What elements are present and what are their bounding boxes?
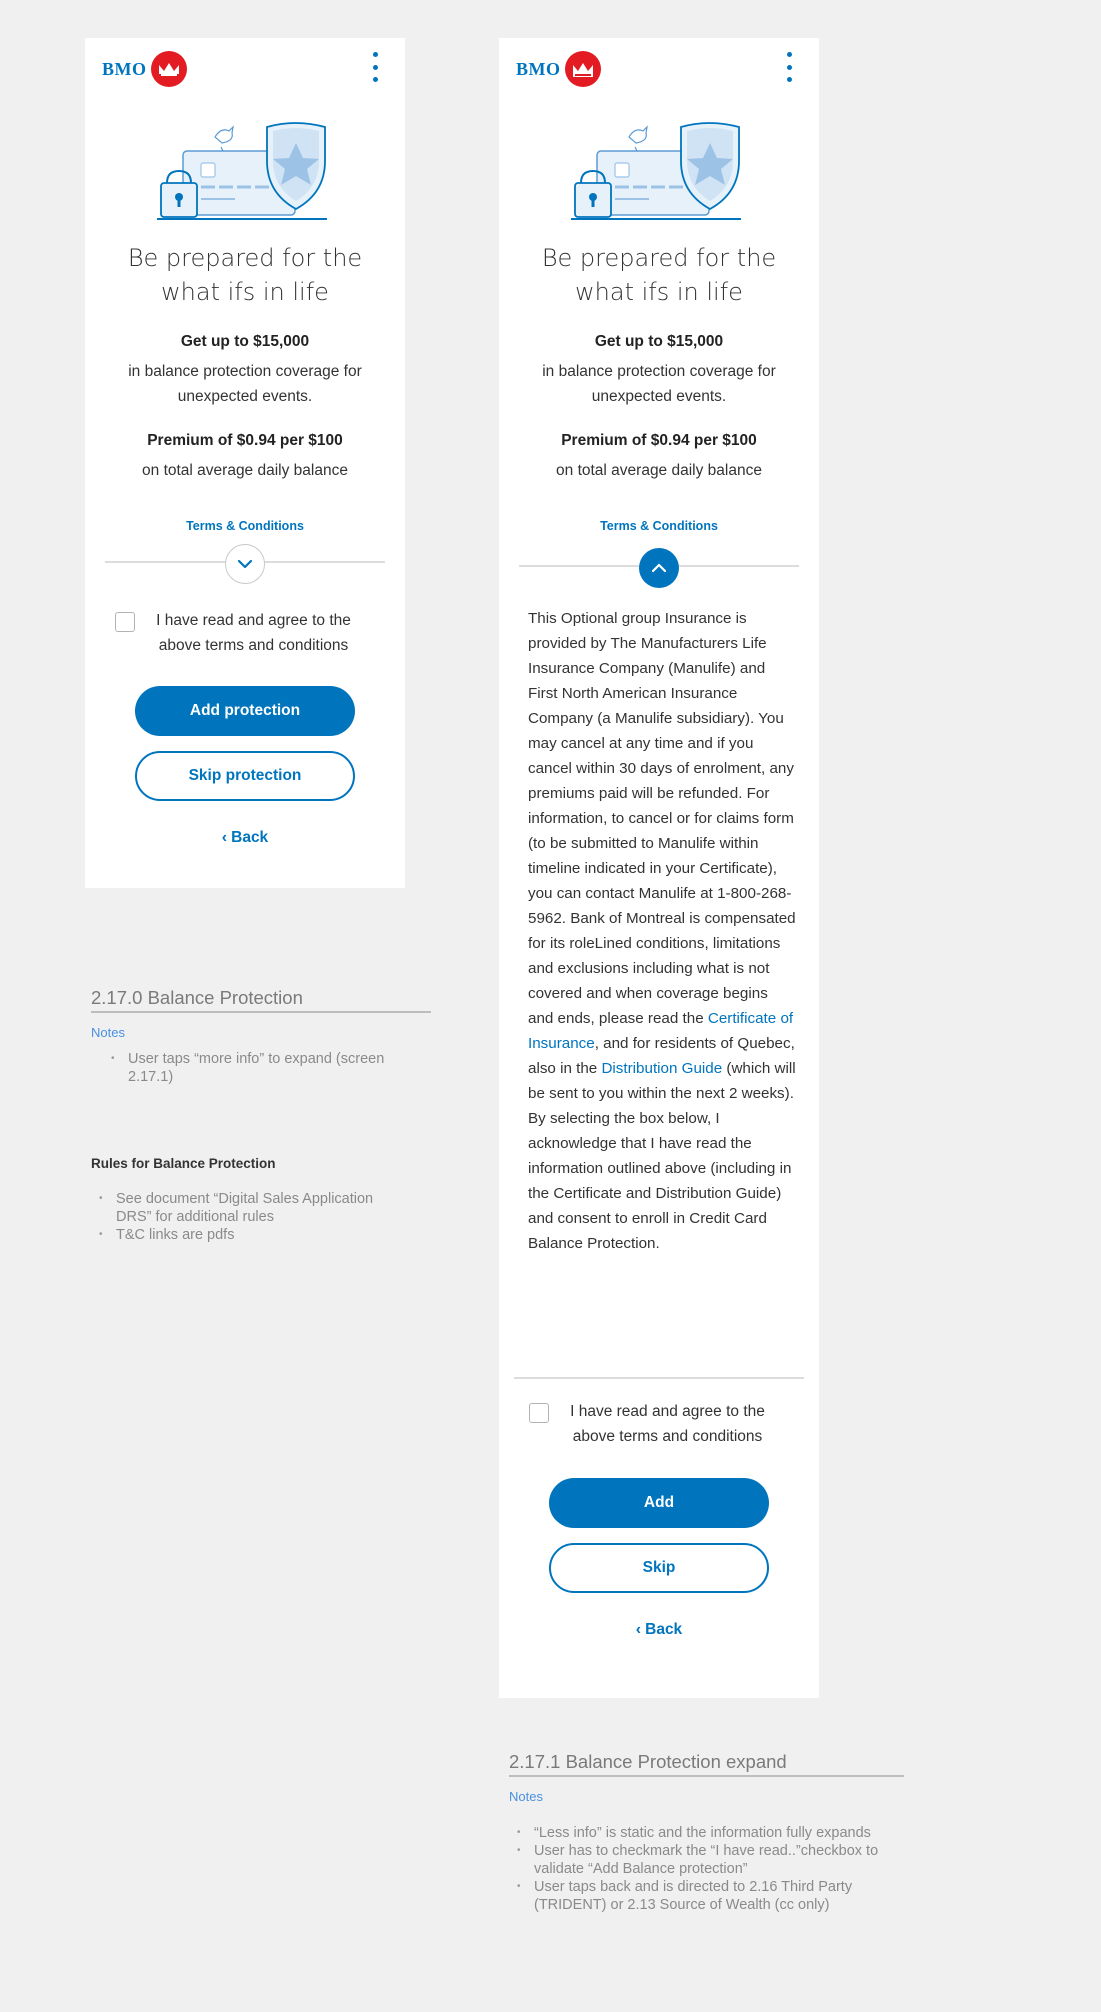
bmo-logo: BMO bbox=[102, 51, 187, 87]
divider bbox=[514, 1377, 804, 1379]
rule-item: T&C links are pdfs bbox=[91, 1226, 401, 1244]
note-item: User taps back and is directed to 2.16 T… bbox=[509, 1878, 904, 1914]
back-link[interactable]: ‹ Back bbox=[85, 829, 405, 847]
agree-label: I have read and agree to the above terms… bbox=[570, 1403, 765, 1445]
distribution-guide-link[interactable]: Distribution Guide bbox=[601, 1060, 722, 1077]
skip-protection-button[interactable]: Skip protection bbox=[135, 751, 355, 801]
expand-terms-button[interactable] bbox=[225, 544, 265, 584]
chevron-left-icon: ‹ bbox=[635, 1621, 642, 1638]
notes-label: Notes bbox=[91, 1025, 125, 1040]
rules-list: See document “Digital Sales Application … bbox=[91, 1190, 401, 1244]
back-link[interactable]: ‹ Back bbox=[499, 1621, 819, 1639]
back-label: Back bbox=[645, 1621, 683, 1638]
annotation-screen-collapsed: 2.17.0 Balance Protection Notes User tap… bbox=[91, 987, 431, 1086]
coverage-description: in balance protection coverage for unexp… bbox=[128, 363, 362, 405]
annotation-title: 2.17.0 Balance Protection bbox=[91, 987, 431, 1013]
page-title: Be prepared for the what ifs in life bbox=[127, 244, 363, 306]
coverage-amount: Get up to $15,000 bbox=[594, 333, 724, 350]
note-item: User taps “more info” to expand (screen … bbox=[103, 1050, 431, 1086]
back-label: Back bbox=[231, 829, 269, 846]
annotation-screen-expanded: 2.17.1 Balance Protection expand Notes “… bbox=[509, 1751, 904, 1914]
legal-text-part1: This Optional group Insurance is provide… bbox=[528, 610, 796, 1027]
chevron-down-icon bbox=[237, 559, 253, 569]
notes-label: Notes bbox=[509, 1789, 543, 1804]
collapse-terms-button[interactable] bbox=[639, 548, 679, 588]
add-button[interactable]: Add bbox=[549, 1478, 769, 1528]
page-title: Be prepared for the what ifs in life bbox=[541, 244, 777, 306]
premium-description: on total average daily balance bbox=[142, 462, 348, 479]
terms-legal-text: This Optional group Insurance is provide… bbox=[528, 606, 796, 1256]
phone-screen-collapsed: BMO Be prepared for the what ifs in life… bbox=[85, 38, 405, 888]
premium-rate: Premium of $0.94 per $100 bbox=[147, 432, 343, 449]
bmo-logo: BMO bbox=[516, 51, 601, 87]
phone-screen-expanded: BMO Be prepared for the what ifs in life… bbox=[499, 38, 819, 1698]
terms-conditions-link[interactable]: Terms & Conditions bbox=[85, 519, 405, 533]
notes-list: User taps “more info” to expand (screen … bbox=[91, 1050, 431, 1086]
premium-rate: Premium of $0.94 per $100 bbox=[561, 432, 757, 449]
top-bar: BMO bbox=[85, 38, 405, 96]
coverage-amount: Get up to $15,000 bbox=[180, 333, 310, 350]
more-options-icon[interactable] bbox=[369, 52, 381, 82]
more-options-icon[interactable] bbox=[783, 52, 795, 82]
agree-checkbox[interactable] bbox=[115, 612, 135, 632]
chevron-up-icon bbox=[651, 563, 667, 573]
chevron-left-icon: ‹ bbox=[221, 829, 228, 846]
shield-lock-card-illustration bbox=[157, 122, 327, 220]
brand-name: BMO bbox=[516, 58, 561, 79]
brand-name: BMO bbox=[102, 58, 147, 79]
bmo-roundel-icon bbox=[150, 51, 187, 87]
coverage-description: in balance protection coverage for unexp… bbox=[542, 363, 776, 405]
shield-lock-card-illustration bbox=[571, 122, 741, 220]
annotation-title: 2.17.1 Balance Protection expand bbox=[509, 1751, 904, 1777]
skip-button[interactable]: Skip bbox=[549, 1543, 769, 1593]
bmo-roundel-icon bbox=[564, 51, 601, 87]
note-item: “Less info” is static and the informatio… bbox=[509, 1824, 904, 1842]
agree-terms-row: I have read and agree to the above terms… bbox=[529, 1399, 799, 1449]
legal-acknowledgement: By selecting the box below, I acknowledg… bbox=[528, 1110, 792, 1252]
terms-conditions-link[interactable]: Terms & Conditions bbox=[499, 519, 819, 533]
top-bar: BMO bbox=[499, 38, 819, 96]
agree-checkbox[interactable] bbox=[529, 1403, 549, 1423]
agree-label: I have read and agree to the above terms… bbox=[156, 612, 351, 654]
rules-title: Rules for Balance Protection bbox=[91, 1156, 276, 1171]
notes-list: “Less info” is static and the informatio… bbox=[509, 1824, 904, 1914]
premium-description: on total average daily balance bbox=[556, 462, 762, 479]
agree-terms-row: I have read and agree to the above terms… bbox=[115, 608, 385, 658]
note-item: User has to checkmark the “I have read..… bbox=[509, 1842, 904, 1878]
rule-item: See document “Digital Sales Application … bbox=[91, 1190, 401, 1226]
add-protection-button[interactable]: Add protection bbox=[135, 686, 355, 736]
